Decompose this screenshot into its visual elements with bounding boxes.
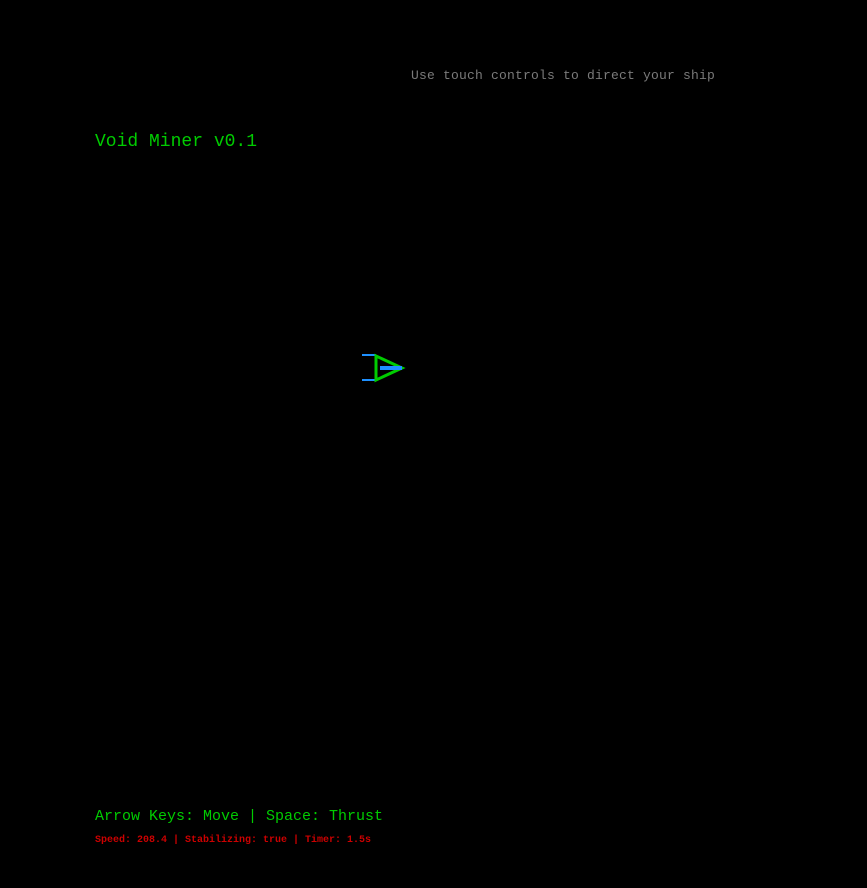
controls-help: Arrow Keys: Move | Space: Thrust bbox=[95, 808, 384, 825]
player-ship bbox=[360, 352, 406, 384]
game-canvas[interactable]: Use touch controls to direct your ship V… bbox=[0, 0, 867, 888]
game-title: Void Miner v0.1 bbox=[95, 132, 258, 152]
debug-status: Speed: 208.4 | Stabilizing: true | Timer… bbox=[95, 835, 372, 846]
ship-icon bbox=[362, 353, 406, 383]
touch-hint: Use touch controls to direct your ship bbox=[411, 68, 716, 83]
